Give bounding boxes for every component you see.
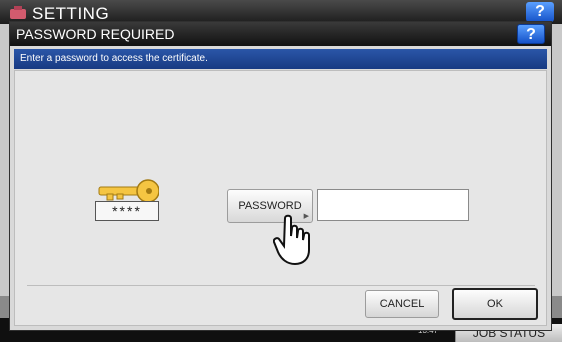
setting-icon bbox=[10, 6, 26, 19]
dialog-content: **** PASSWORD ▶ CANCEL OK bbox=[14, 70, 547, 326]
password-button-label: PASSWORD bbox=[238, 200, 302, 212]
password-field[interactable] bbox=[317, 189, 469, 221]
cancel-button[interactable]: CANCEL bbox=[365, 290, 439, 318]
dialog-title: PASSWORD REQUIRED bbox=[16, 26, 175, 42]
dialog-help-button[interactable]: ? bbox=[517, 24, 545, 44]
ok-button[interactable]: OK bbox=[452, 288, 538, 320]
instruction-message: Enter a password to access the certifica… bbox=[20, 53, 208, 64]
message-bar: Enter a password to access the certifica… bbox=[14, 49, 547, 69]
password-mask-box: **** bbox=[95, 201, 159, 221]
password-dialog: PASSWORD REQUIRED ? Enter a password to … bbox=[9, 21, 552, 331]
content-divider bbox=[27, 285, 535, 286]
hand-pointer-icon bbox=[273, 214, 310, 266]
background-help-button[interactable]: ? bbox=[526, 2, 554, 22]
dialog-title-bar: PASSWORD REQUIRED ? bbox=[10, 22, 551, 46]
